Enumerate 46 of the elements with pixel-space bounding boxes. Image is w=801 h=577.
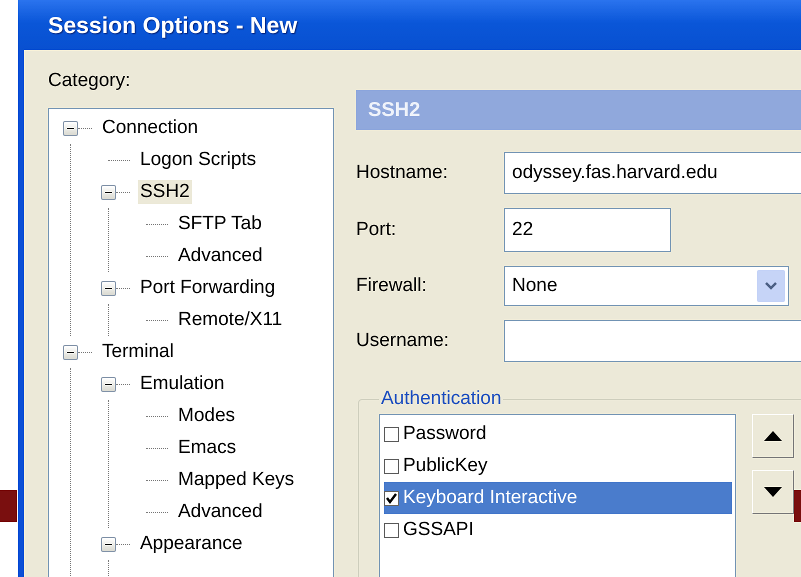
move-down-button[interactable] xyxy=(752,470,794,514)
tree-item[interactable]: Mapped Keys xyxy=(176,468,296,492)
collapse-toggle[interactable] xyxy=(101,280,116,296)
field-label: Port: xyxy=(356,219,398,241)
checkbox[interactable] xyxy=(384,490,399,506)
collapse-toggle[interactable] xyxy=(101,376,116,392)
tree-item[interactable]: SFTP Tab xyxy=(176,212,264,236)
method-item[interactable]: GSSAPI xyxy=(384,514,732,546)
move-up-button[interactable] xyxy=(752,414,794,458)
text-field[interactable] xyxy=(504,320,801,362)
down-triangle-icon xyxy=(763,486,783,498)
text-field[interactable]: 22 xyxy=(504,208,671,252)
group-title: Authentication xyxy=(380,388,502,410)
tree-item[interactable]: Emulation xyxy=(138,372,226,396)
category-label: Category: xyxy=(48,70,130,91)
accent-bar xyxy=(794,490,801,522)
tree-item[interactable]: Port Forwarding xyxy=(138,276,278,300)
checkbox[interactable] xyxy=(384,426,399,442)
tree-item[interactable]: Advanced xyxy=(176,244,265,268)
accent-bar xyxy=(0,490,17,522)
tree-item[interactable]: Connection xyxy=(100,116,200,140)
up-triangle-icon xyxy=(763,430,783,442)
method-item[interactable]: Keyboard Interactive xyxy=(384,482,732,514)
tree-item[interactable]: Emacs xyxy=(176,436,238,460)
window-title: Session Options - New xyxy=(48,12,298,38)
collapse-toggle[interactable] xyxy=(101,184,116,200)
collapse-toggle[interactable] xyxy=(63,120,78,136)
collapse-toggle[interactable] xyxy=(63,344,78,360)
dropdown[interactable]: None xyxy=(504,266,789,306)
field-label: Hostname: xyxy=(356,162,449,184)
tree-item[interactable]: Logon Scripts xyxy=(138,148,258,172)
tree-item[interactable]: Advanced xyxy=(176,500,265,524)
tree-item[interactable]: SSH2 xyxy=(138,180,192,204)
checkbox[interactable] xyxy=(384,458,399,474)
field-label: Firewall: xyxy=(356,275,428,297)
collapse-toggle[interactable] xyxy=(101,536,116,552)
method-item[interactable]: PublicKey xyxy=(384,450,732,482)
tree-item[interactable]: Appearance xyxy=(138,532,244,556)
field-label: Username: xyxy=(356,330,450,352)
checkbox[interactable] xyxy=(384,522,399,538)
panel-header: SSH2 xyxy=(356,90,801,130)
text-field[interactable]: odyssey.fas.harvard.edu xyxy=(504,152,801,194)
tree-item[interactable]: Remote/X11 xyxy=(176,308,284,332)
tree-item[interactable]: Terminal xyxy=(100,340,176,364)
method-item[interactable]: Password xyxy=(384,418,732,450)
tree-item[interactable]: Modes xyxy=(176,404,238,428)
